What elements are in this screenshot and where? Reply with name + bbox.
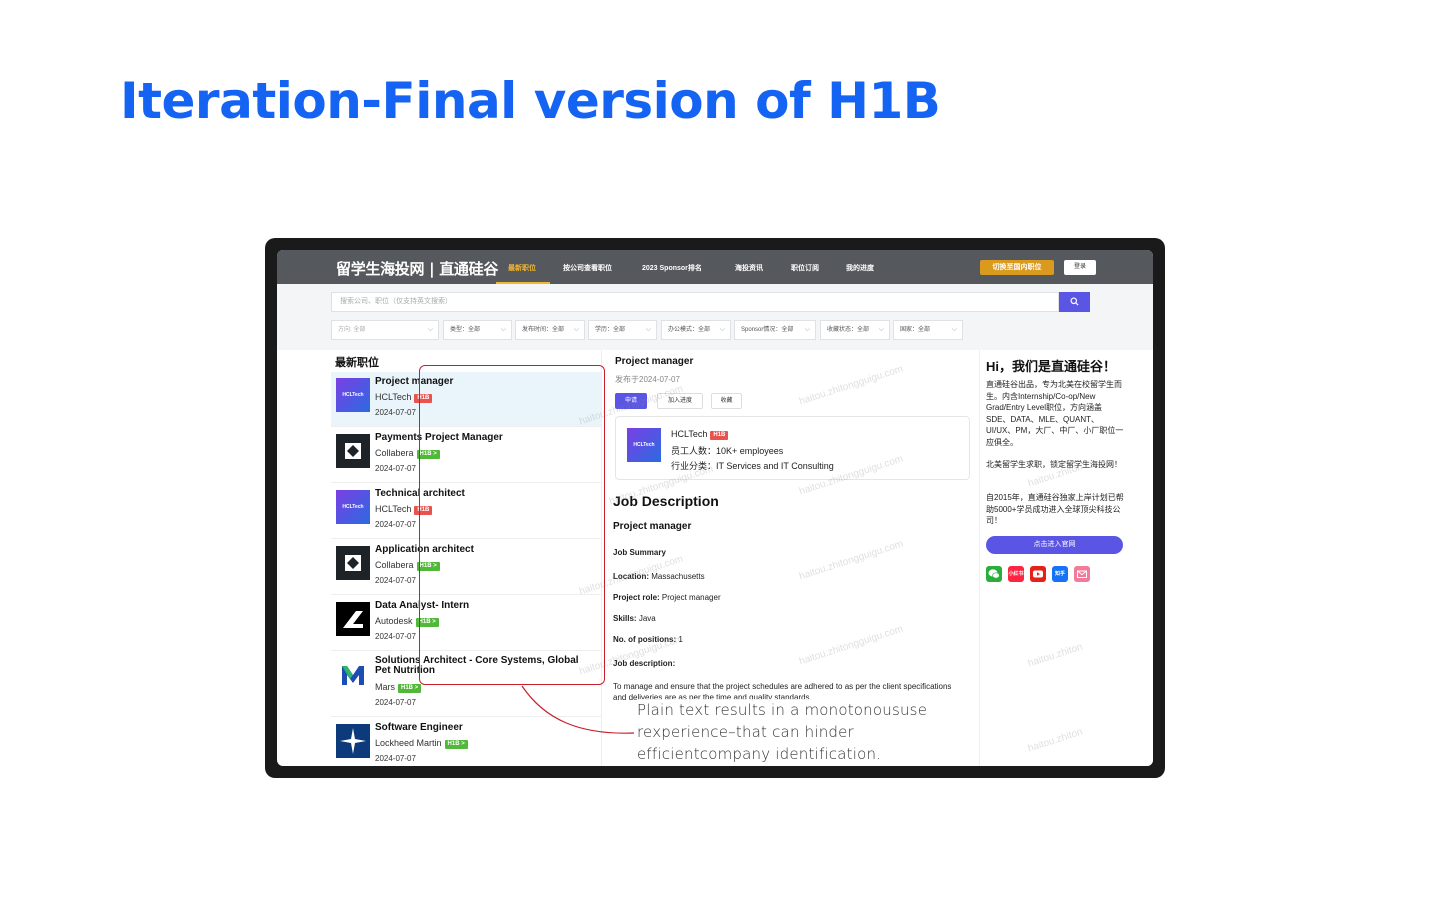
filter-education[interactable]: 学历：全部 ⌵ xyxy=(588,320,657,340)
promo-paragraph: 自2015年，直通硅谷独家上岸计划已帮助5000+学员成功进入全球顶尖科技公司！ xyxy=(986,493,1124,525)
detail-posted-date: 发布于2024-07-07 xyxy=(615,375,680,384)
nav-news[interactable]: 海投资讯 xyxy=(735,263,763,273)
detail-title: Project manager xyxy=(615,356,694,367)
jd-location: Location: Massachusetts xyxy=(613,572,705,581)
list-heading: 最新职位 xyxy=(335,357,379,369)
promo-heading: Hi，我们是直通硅谷！ xyxy=(986,359,1117,374)
youtube-icon[interactable] xyxy=(1030,566,1046,582)
job-title: Software Engineer xyxy=(375,722,463,733)
company-employees: 员工人数：10K+ employees xyxy=(671,446,784,456)
chevron-down-icon: ⌵ xyxy=(573,326,579,333)
highlight-box xyxy=(419,365,605,685)
company-logo-lockheed-martin xyxy=(336,724,370,758)
promo-paragraph: 直通硅谷出品，专为北美在校留学生而生。内含Internship/Co-op/Ne… xyxy=(986,380,1124,447)
switch-domestic-button[interactable]: 切换至国内职位 xyxy=(980,260,1054,275)
company-logo-autodesk xyxy=(336,602,370,636)
job-date: 2024-07-07 xyxy=(375,520,416,529)
zhihu-icon[interactable]: 知乎 xyxy=(1052,566,1068,582)
search-input[interactable]: 搜索公司、职位（仅支持英文搜索） xyxy=(331,292,1059,312)
h1b-badge: H1B > xyxy=(398,684,422,693)
nav-my-progress[interactable]: 我的进度 xyxy=(846,263,874,273)
screenshot-frame: 留学生海投网 | 直通硅谷 最新职位 按公司查看职位 2023 Sponsor排… xyxy=(265,238,1165,778)
jd-summary-label: Job Summary xyxy=(613,548,666,557)
jd-heading: Job Description xyxy=(613,493,719,509)
brand-logo[interactable]: 留学生海投网 | 直通硅谷 xyxy=(336,258,498,279)
nav-subscription[interactable]: 职位订阅 xyxy=(791,263,819,273)
annotation-callout: Plain text results in a monotonoususe re… xyxy=(637,699,937,765)
chevron-down-icon: ⌵ xyxy=(878,326,884,333)
jd-skills: Skills: Java xyxy=(613,614,656,623)
jd-positions: No. of positions: 1 xyxy=(613,635,683,644)
filter-favorite[interactable]: 收藏状态：全部 ⌵ xyxy=(820,320,890,340)
company-logo-hcltech: HCLTech xyxy=(336,490,370,524)
chevron-down-icon: ⌵ xyxy=(500,326,506,333)
official-site-button[interactable]: 点击进入官网 xyxy=(986,536,1123,554)
search-icon xyxy=(1070,297,1079,307)
company-name: HCLTech H1B xyxy=(671,429,729,440)
company-card[interactable]: HCLTech HCLTech H1B 员工人数：10K+ employees 行… xyxy=(615,416,970,480)
apply-button[interactable]: 申请 xyxy=(615,393,647,409)
favorite-button[interactable]: 收藏 xyxy=(711,393,742,409)
slide-title: Iteration-Final version of H1B xyxy=(120,72,941,130)
filter-sponsor[interactable]: Sponsor情况：全部 ⌵ xyxy=(734,320,816,340)
job-company: Lockheed Martin H1B > xyxy=(375,738,468,749)
company-logo-mars xyxy=(336,658,370,692)
company-industry: 行业分类：IT Services and IT Consulting xyxy=(671,461,834,471)
filter-direction[interactable]: 方向: 全部 ⌵ xyxy=(331,320,439,340)
job-date: 2024-07-07 xyxy=(375,464,416,473)
chevron-down-icon: ⌵ xyxy=(719,326,725,333)
jd-description-label: Job description: xyxy=(613,659,676,668)
job-date: 2024-07-07 xyxy=(375,632,416,641)
nav-by-company[interactable]: 按公司查看职位 xyxy=(563,263,612,273)
email-icon[interactable] xyxy=(1074,566,1090,582)
filter-type[interactable]: 类型：全部 ⌵ xyxy=(443,320,512,340)
chevron-down-icon: ⌵ xyxy=(427,326,433,333)
filter-post-time[interactable]: 发布时间：全部 ⌵ xyxy=(515,320,585,340)
filter-work-mode[interactable]: 办公模式：全部 ⌵ xyxy=(661,320,731,340)
h1b-badge: H1B > xyxy=(444,740,468,749)
nav-latest-jobs[interactable]: 最新职位 xyxy=(508,263,536,273)
top-nav: 留学生海投网 | 直通硅谷 最新职位 按公司查看职位 2023 Sponsor排… xyxy=(277,250,1153,284)
chevron-down-icon: ⌵ xyxy=(645,326,651,333)
job-company: Mars H1B > xyxy=(375,682,422,693)
promo-paragraph: 北美留学生求职，锁定留学生海投网！ xyxy=(986,460,1122,469)
h1b-badge: H1B xyxy=(710,431,729,440)
wechat-icon[interactable] xyxy=(986,566,1002,582)
job-list-item[interactable]: Software Engineer Lockheed Martin H1B > 2… xyxy=(331,718,601,766)
job-date: 2024-07-07 xyxy=(375,698,416,707)
app-screen: 留学生海投网 | 直通硅谷 最新职位 按公司查看职位 2023 Sponsor排… xyxy=(277,250,1153,766)
chevron-down-icon: ⌵ xyxy=(804,326,810,333)
nav-sponsor-ranking[interactable]: 2023 Sponsor排名 xyxy=(642,263,702,273)
promo-sidebar: Hi，我们是直通硅谷！ 直通硅谷出品，专为北美在校留学生而生。内含Interns… xyxy=(979,350,1153,766)
company-logo-hcltech: HCLTech xyxy=(627,428,661,462)
jd-project-role: Project role: Project manager xyxy=(613,593,721,602)
search-button[interactable] xyxy=(1059,292,1090,312)
add-progress-button[interactable]: 加入进度 xyxy=(657,393,703,409)
job-date: 2024-07-07 xyxy=(375,408,416,417)
login-button[interactable]: 登录 xyxy=(1064,260,1096,275)
filter-country[interactable]: 国家：全部 ⌵ xyxy=(893,320,963,340)
company-logo-collabera xyxy=(336,546,370,580)
job-date: 2024-07-07 xyxy=(375,754,416,763)
chevron-down-icon: ⌵ xyxy=(951,326,957,333)
jd-subtitle: Project manager xyxy=(613,521,692,532)
search-area: 搜索公司、职位（仅支持英文搜索） 方向: 全部 ⌵ 类型：全部 ⌵ 发布时间：全部 ⌵… xyxy=(277,284,1153,350)
company-logo-collabera xyxy=(336,434,370,468)
company-logo-hcltech: HCLTech xyxy=(336,378,370,412)
xiaohongshu-icon[interactable]: 小红书 xyxy=(1008,566,1024,582)
job-date: 2024-07-07 xyxy=(375,576,416,585)
